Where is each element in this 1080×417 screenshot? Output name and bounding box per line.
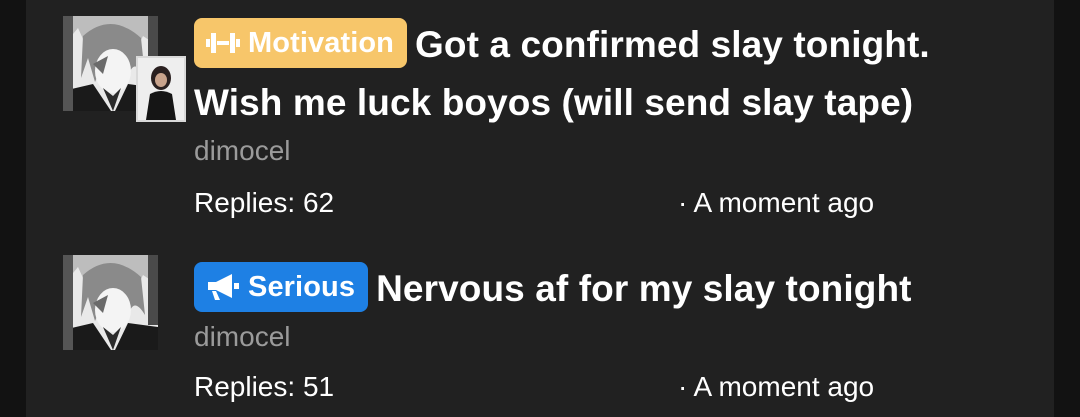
thread-author[interactable]: dimocel [194, 134, 1014, 168]
megaphone-icon [206, 273, 240, 301]
replies-count: Replies: 51 [194, 371, 335, 402]
thread-body: Motivation Got a confirmed slay tonight.… [194, 16, 1014, 220]
badge-label: Serious [248, 271, 356, 303]
thread-body: Serious Nervous af for my slay tonight d… [194, 260, 1014, 404]
thread-title[interactable]: Nervous af for my slay tonight [376, 268, 912, 309]
category-badge-motivation[interactable]: Motivation [194, 18, 407, 68]
timestamp: · A moment ago [678, 187, 875, 218]
thread-item[interactable]: Serious Nervous af for my slay tonight d… [26, 235, 1054, 417]
thread-list: Motivation Got a confirmed slay tonight.… [26, 0, 1054, 417]
dumbbell-icon [206, 31, 240, 55]
anime-character-avatar-image [63, 255, 158, 350]
thread-title-line[interactable]: Serious Nervous af for my slay tonight [194, 260, 1014, 318]
person-photo-image [138, 58, 184, 120]
timestamp: · A moment ago [678, 371, 875, 402]
thread-meta: Replies: 51 · A moment ago [194, 370, 1014, 404]
thread-item[interactable]: Motivation Got a confirmed slay tonight.… [26, 0, 1054, 235]
avatar[interactable] [63, 255, 158, 350]
thread-meta: Replies: 62 · A moment ago [194, 186, 1014, 220]
badge-label: Motivation [248, 27, 394, 59]
replies-count: Replies: 62 [194, 187, 335, 218]
secondary-avatar[interactable] [136, 56, 186, 122]
category-badge-serious[interactable]: Serious [194, 262, 369, 312]
thread-title-line[interactable]: Motivation Got a confirmed slay tonight.… [194, 16, 1014, 132]
thread-author[interactable]: dimocel [194, 320, 1014, 354]
